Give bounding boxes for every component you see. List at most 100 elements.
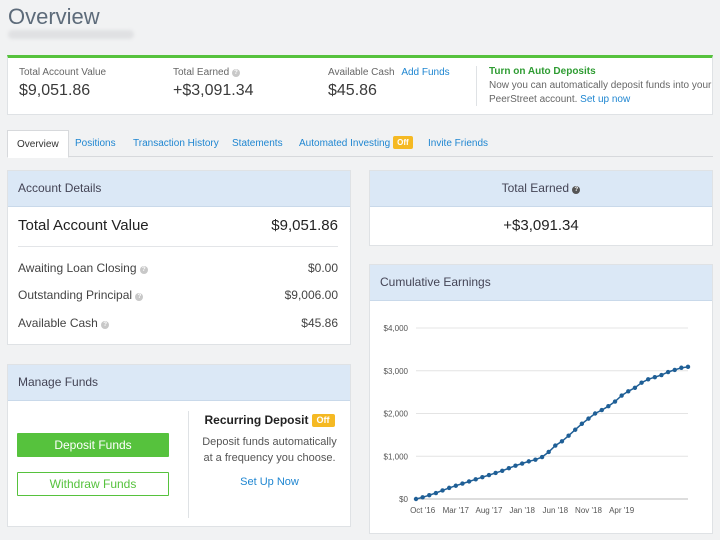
total-earned-card-title: Total Earned [501,181,570,195]
tab-overview[interactable]: Overview [7,130,69,158]
question-circle-icon[interactable]: ? [135,293,144,301]
account-total-value: $9,051.86 [271,217,338,234]
available-cash-row: Available Cash ? $45.86 [18,316,338,330]
data-point [566,433,571,438]
data-point [473,477,478,482]
tab-automated-investing[interactable]: Automated Investing Off [299,130,413,157]
tab-transaction-history[interactable]: Transaction History [133,130,219,157]
manage-funds-card: Manage Funds Deposit Funds Withdraw Fund… [7,364,351,527]
data-point [500,468,505,473]
question-circle-icon[interactable]: ? [231,69,240,77]
data-point [606,404,611,409]
data-point [493,470,498,476]
page-title: Overview [8,4,100,29]
data-point [546,449,551,455]
automated-investing-off-badge: Off [393,136,413,149]
x-tick-label: Oct '16 [410,506,436,515]
data-point [539,454,545,460]
awaiting-loan-closing-value: $0.00 [307,261,338,275]
tab-bar: Overview Positions Transaction History S… [7,130,713,158]
auto-deposits-text-line1: Now you can automatically deposit funds … [489,80,712,91]
y-tick-label: $4,000 [384,324,409,333]
account-details-divider [18,246,338,247]
series-line [415,366,689,500]
outstanding-principal-row: Outstanding Principal ? $9,006.00 [18,288,338,302]
data-point [446,485,452,491]
x-tick-label: Jan '18 [509,506,535,515]
recurring-deposit-off-badge: Off [311,414,335,427]
data-point [626,389,631,394]
auto-deposits-text-line2: PeerStreet account. Set up now [489,93,630,107]
data-point [553,443,558,448]
cumulative-earnings-header: Cumulative Earnings [370,265,712,301]
data-point [453,483,459,488]
data-point [413,496,419,502]
total-earned-card-header: Total Earned ? [370,171,712,207]
recurring-deposit-text-line1: Deposit funds automatically [202,436,337,448]
withdraw-funds-button[interactable]: Withdraw Funds [17,472,169,496]
x-tick-label: Apr '19 [609,506,635,515]
awaiting-loan-closing-label: Awaiting Loan Closing [18,261,137,275]
recurring-deposit-text-line2: at a frequency you choose. [203,452,336,464]
awaiting-loan-closing-row: Awaiting Loan Closing ? $0.00 [18,261,338,275]
y-tick-label: $3,000 [384,367,409,376]
data-point [466,479,472,484]
data-point [659,372,664,378]
tab-positions[interactable]: Positions [75,130,116,157]
tab-statements[interactable]: Statements [232,130,283,157]
y-tick-label: $1,000 [384,452,409,461]
account-total-label: Total Account Value [18,217,149,234]
manage-funds-header: Manage Funds [8,365,350,401]
account-details-card: Account Details Total Account Value $9,0… [7,170,351,345]
data-point [440,488,445,493]
data-point [679,365,684,370]
deposit-funds-button[interactable]: Deposit Funds [17,433,169,457]
data-point [559,439,565,444]
total-account-value: $9,051.86 [19,82,91,99]
data-point [639,380,644,385]
data-point [652,374,658,380]
cumulative-earnings-chart: $0 $1,000 $2,000 $3,000 $4,000 Oct '16 Mar '17… [384,324,691,515]
total-earned-card-value: +$3,091.34 [503,217,579,234]
data-point [685,364,691,370]
data-point [645,377,651,382]
auto-deposits-setup-link[interactable]: Set up now [580,94,630,105]
data-point [526,459,531,464]
question-circle-icon[interactable]: ? [572,186,581,194]
cumulative-earnings-card: Cumulative Earnings $0 $1,000 $2,000 $3,000… [369,264,713,534]
set-up-now-link[interactable]: Set Up Now [189,476,350,488]
data-point [427,492,432,498]
available-cash-label: Available Cash [328,67,395,78]
available-cash-row-value: $45.86 [301,316,338,330]
total-earned-value: +$3,091.34 [173,82,254,99]
data-point [573,427,578,432]
total-earned-label-group: Total Earned ? [173,67,240,78]
x-tick-label: Mar '17 [443,506,470,515]
x-tick-label: Jun '18 [543,506,569,515]
data-point [599,407,604,413]
data-point [579,421,585,426]
data-point [420,495,425,500]
data-point [672,367,677,373]
y-tick-label: $2,000 [384,410,409,419]
add-funds-link[interactable]: Add Funds [401,67,449,78]
available-cash-label-group: Available Cash Add Funds [328,67,450,78]
summary-divider [476,66,477,106]
data-point [486,472,492,478]
account-details-header: Account Details [8,171,350,207]
data-point [592,411,598,416]
question-circle-icon[interactable]: ? [101,321,110,329]
account-total-row: Total Account Value $9,051.86 [18,217,338,234]
auto-deposits-text: PeerStreet account. [489,94,578,105]
data-point [619,393,624,398]
tab-invite-friends[interactable]: Invite Friends [428,130,488,157]
data-point [480,474,485,480]
available-cash-row-label: Available Cash [18,316,98,330]
data-point [519,461,525,466]
question-circle-icon[interactable]: ? [139,266,148,274]
account-summary: Total Account Value $9,051.86 Total Earn… [7,55,713,115]
x-tick-label: Nov '18 [575,506,602,515]
tab-automated-investing-label: Automated Investing [299,138,391,149]
outstanding-principal-value: $9,006.00 [284,288,338,302]
recurring-deposit-title: Recurring Deposit [204,413,309,427]
